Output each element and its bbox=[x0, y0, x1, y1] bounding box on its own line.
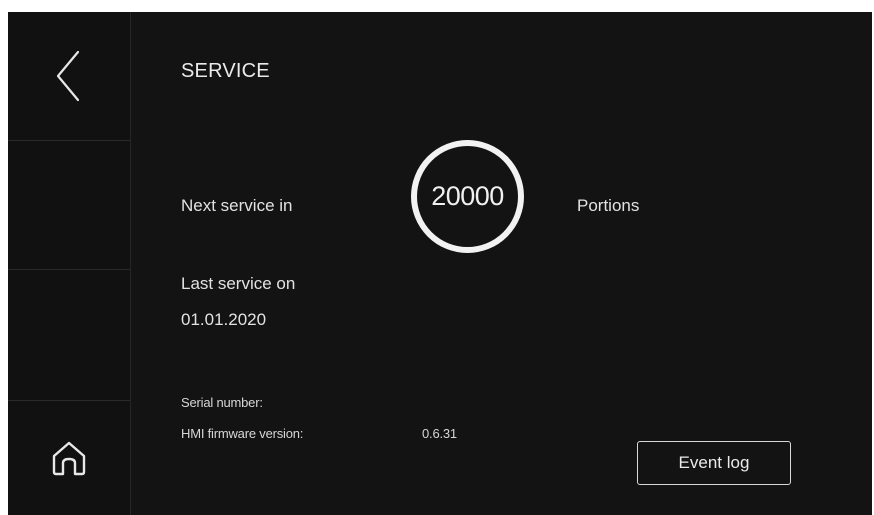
home-button[interactable] bbox=[8, 400, 130, 515]
next-service-label: Next service in bbox=[181, 196, 293, 215]
event-log-button[interactable]: Event log bbox=[637, 441, 791, 485]
sidebar-divider bbox=[8, 140, 130, 141]
next-service-unit: Portions bbox=[577, 196, 640, 215]
last-service-label: Last service on bbox=[181, 274, 296, 293]
sidebar bbox=[8, 12, 131, 515]
service-screen: SERVICE Next service in 20000 Portions L… bbox=[8, 12, 872, 515]
next-service-value: 20000 bbox=[431, 181, 504, 211]
sidebar-divider bbox=[8, 269, 130, 270]
serial-number-label: Serial number: bbox=[181, 395, 263, 410]
firmware-version-value: 0.6.31 bbox=[422, 426, 457, 441]
firmware-version-label: HMI firmware version: bbox=[181, 426, 304, 441]
last-service-date: 01.01.2020 bbox=[181, 310, 267, 329]
home-icon bbox=[52, 441, 86, 475]
next-service-counter: 20000 bbox=[411, 140, 524, 253]
chevron-left-icon bbox=[56, 50, 80, 102]
back-button[interactable] bbox=[8, 12, 130, 140]
page-title: SERVICE bbox=[181, 60, 270, 82]
